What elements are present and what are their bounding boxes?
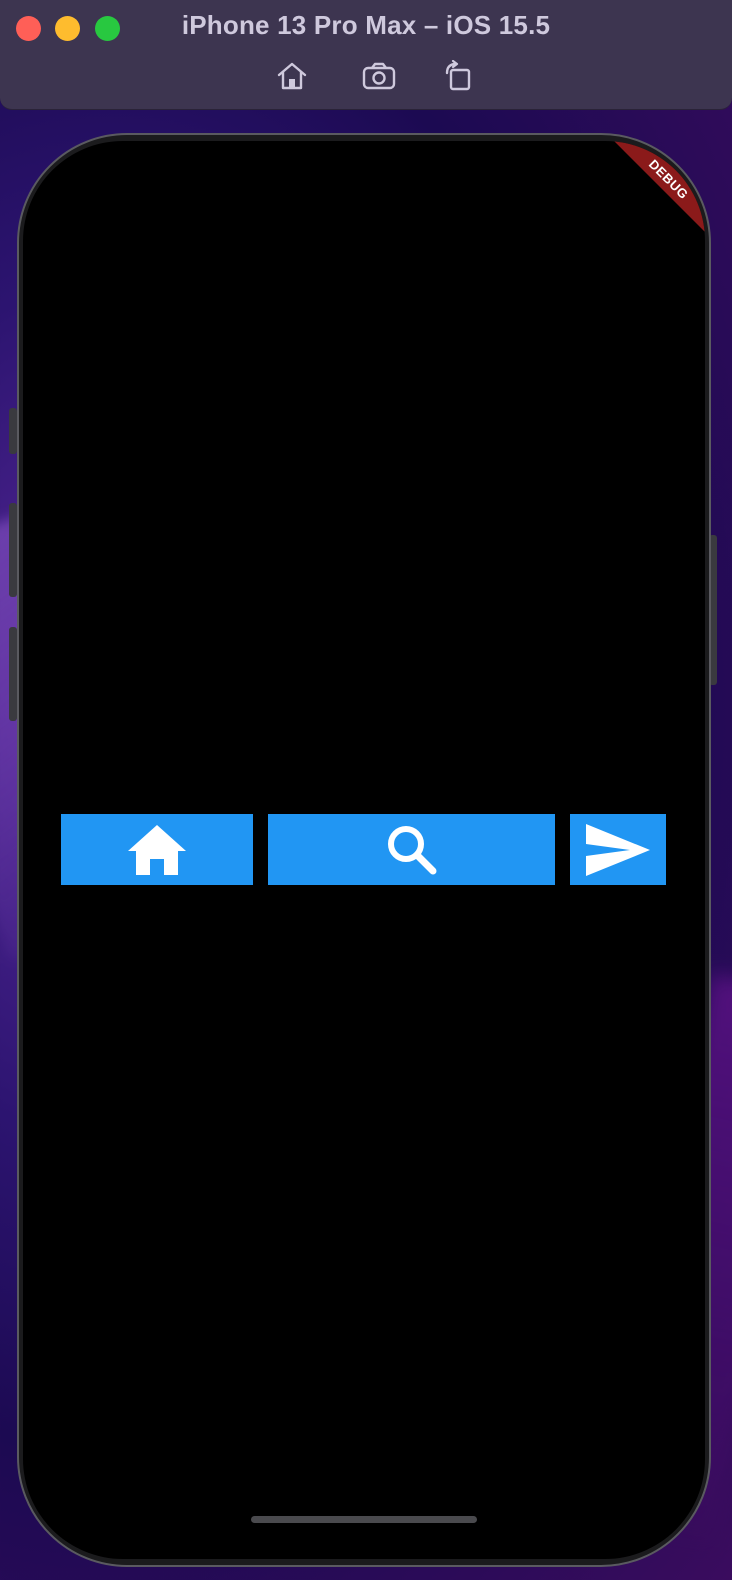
volume-up-button [9, 503, 17, 597]
screenshot-button[interactable] [359, 58, 399, 94]
home-button[interactable] [61, 814, 253, 885]
camera-icon [362, 62, 396, 90]
rotate-device-button[interactable] [438, 58, 478, 94]
search-icon [387, 825, 436, 874]
simulator-title-bar: iPhone 13 Pro Max – iOS 15.5 [0, 0, 732, 110]
send-button[interactable] [570, 814, 666, 885]
window-title: iPhone 13 Pro Max – iOS 15.5 [181, 10, 551, 40]
action-button [9, 408, 17, 454]
device-home-button[interactable] [272, 58, 312, 94]
volume-down-button [9, 627, 17, 721]
debug-banner: DEBUG [603, 141, 705, 245]
search-button[interactable] [268, 814, 555, 885]
send-icon [586, 823, 650, 876]
rotate-icon [445, 60, 471, 91]
home-indicator[interactable] [251, 1516, 477, 1523]
home-icon [128, 824, 186, 875]
device-screen: DEBUG [23, 141, 705, 1559]
home-icon [277, 62, 307, 90]
